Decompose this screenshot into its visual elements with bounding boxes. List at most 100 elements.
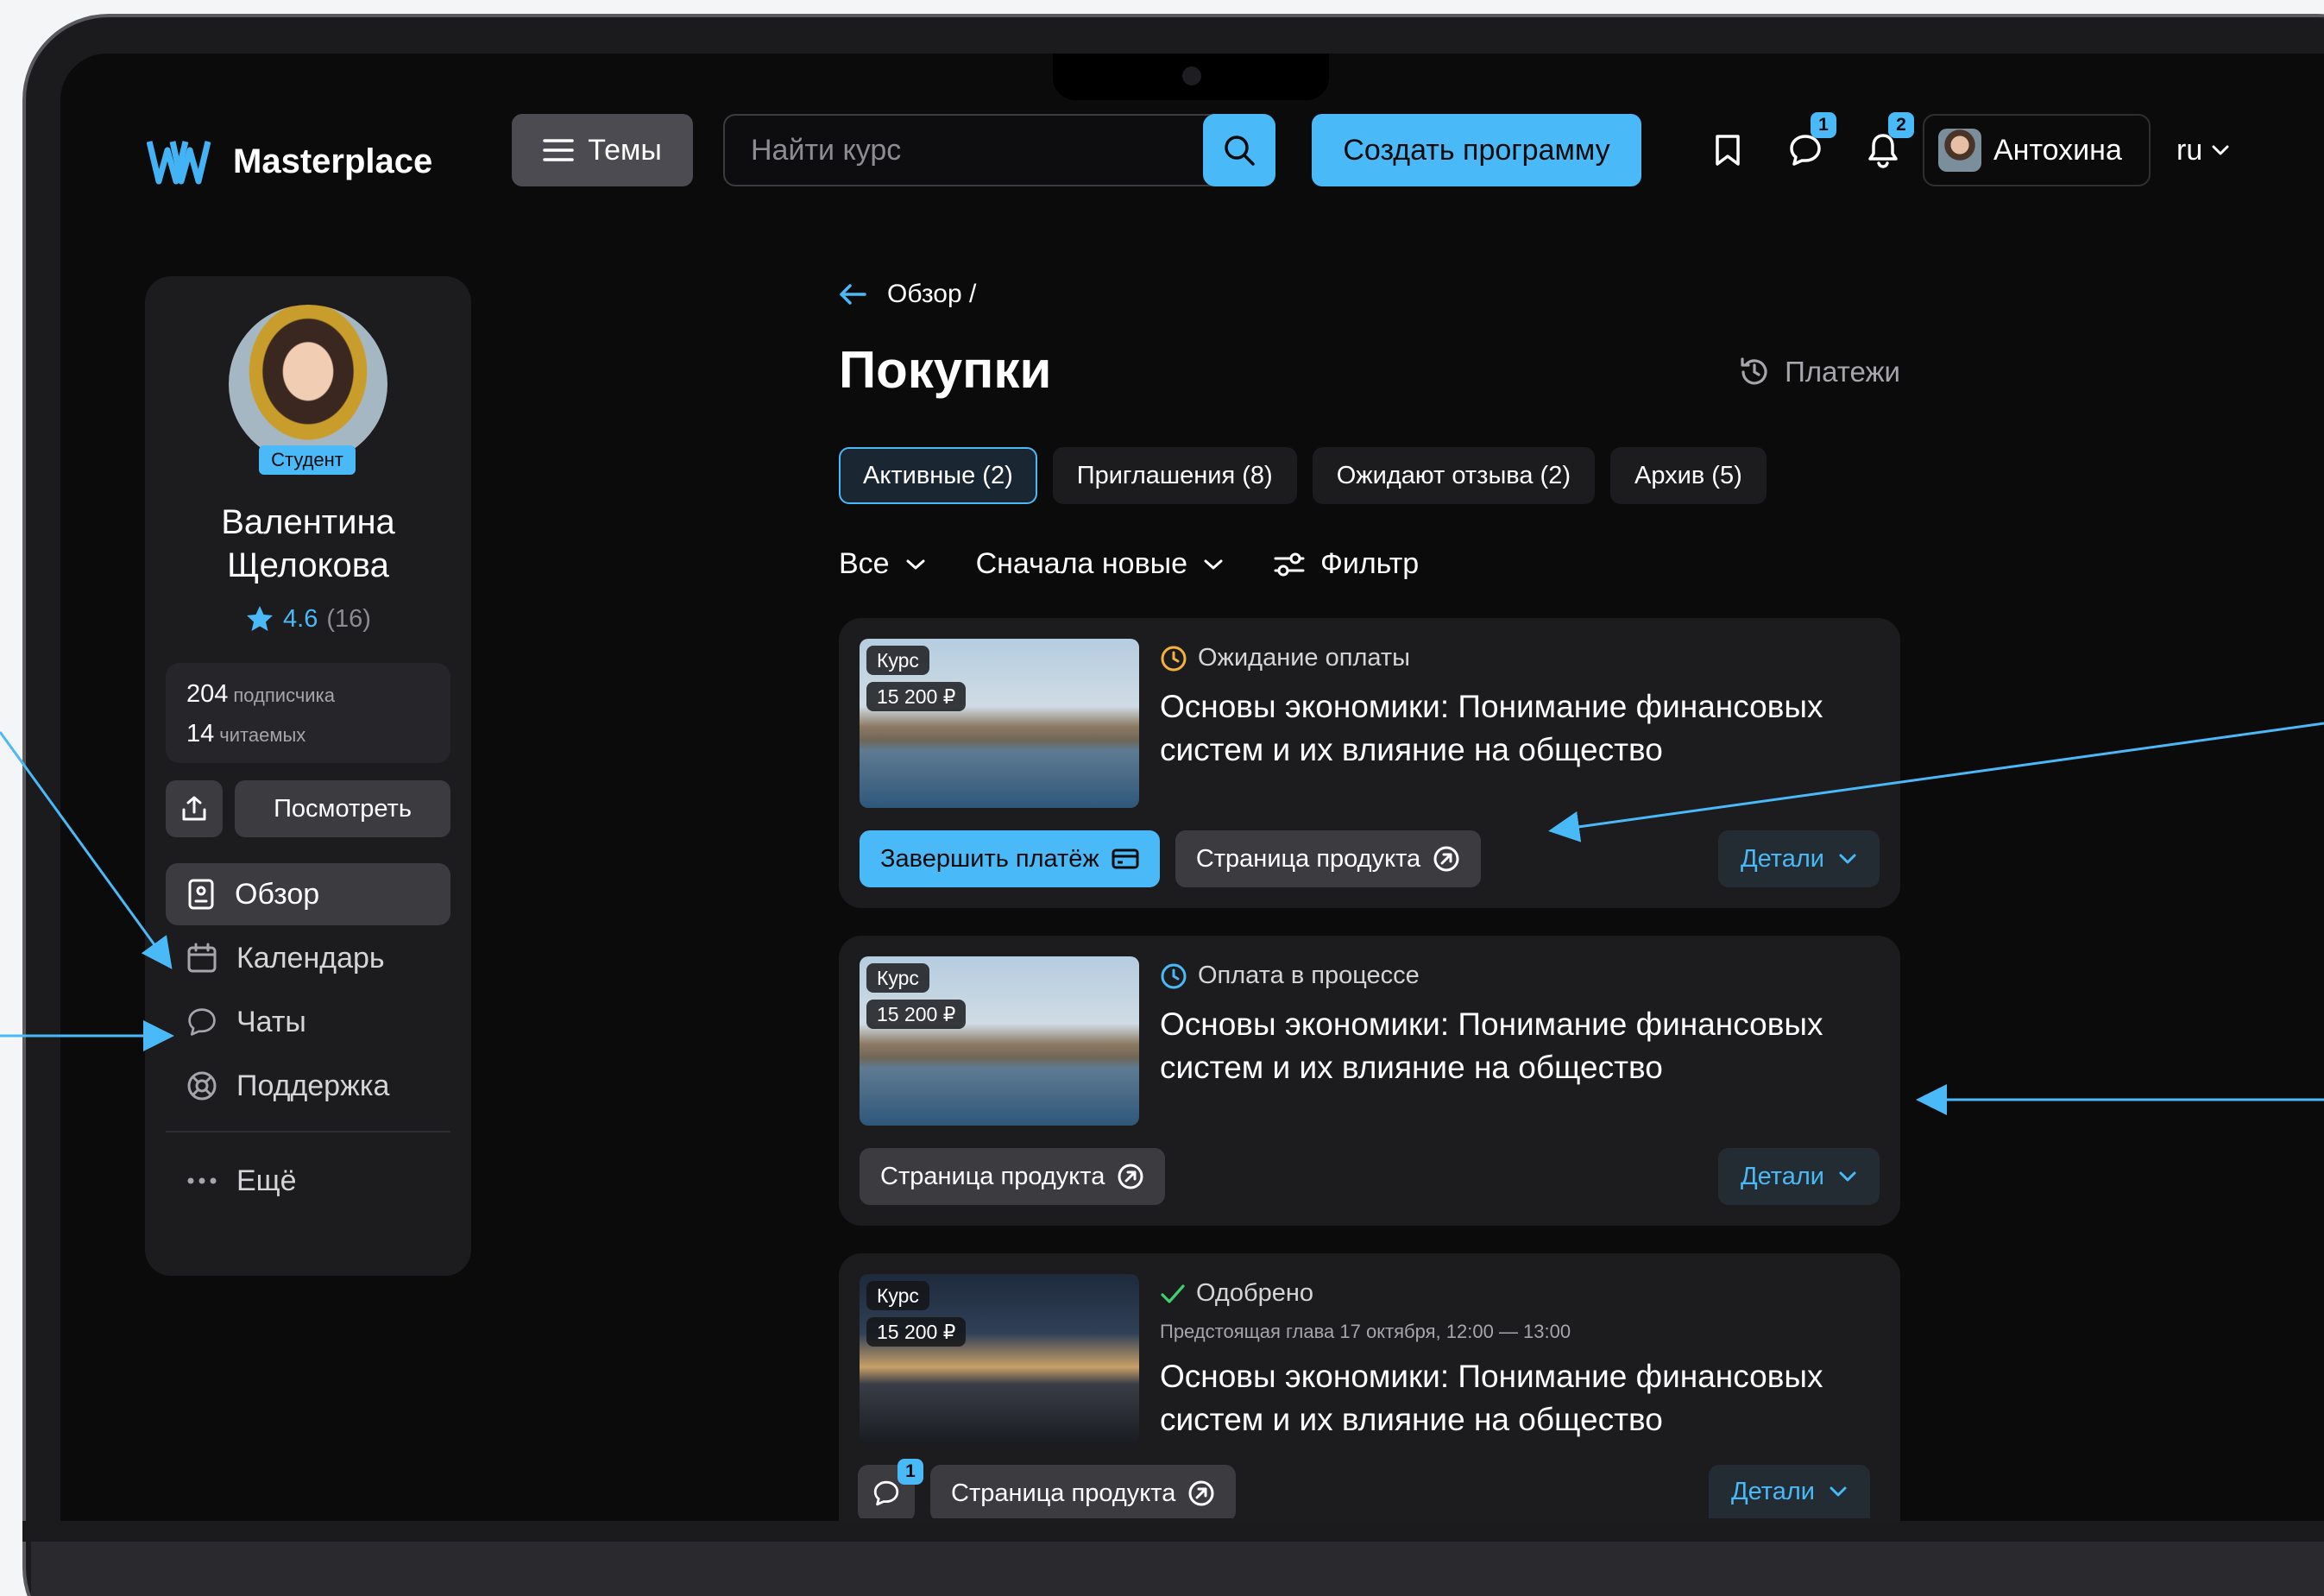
menu-icon	[543, 139, 574, 161]
status-text: Одобрено	[1196, 1279, 1313, 1307]
scope-value: Все	[839, 547, 890, 580]
logo[interactable]: Masterplace	[147, 114, 432, 209]
chevron-down-icon	[2212, 145, 2229, 155]
create-program-button[interactable]: Создать программу	[1312, 114, 1641, 186]
search-button[interactable]	[1203, 114, 1275, 186]
camera-icon	[1182, 66, 1201, 85]
laptop-lower-bezel	[22, 1521, 2324, 1542]
product-page-button[interactable]: Страница продукта	[860, 1148, 1166, 1205]
details-button[interactable]: Детали	[1709, 1465, 1871, 1518]
chevron-down-icon	[1839, 1171, 1856, 1182]
tab-awaiting-review[interactable]: Ожидают отзыва (2)	[1312, 447, 1595, 504]
user-name: Антохина	[1993, 133, 2122, 167]
back-arrow-icon[interactable]	[839, 283, 866, 306]
payments-link[interactable]: Платежи	[1738, 356, 1900, 388]
sort-value: Сначала новые	[975, 547, 1187, 580]
profile-sidebar: Студент Валентина Щелокова 4.6 (16) 204 п…	[145, 276, 471, 1276]
language-select[interactable]: ru	[2176, 114, 2230, 186]
details-button[interactable]: Детали	[1717, 1148, 1880, 1205]
breadcrumb-overview-link[interactable]: Обзор /	[887, 280, 976, 309]
view-profile-button[interactable]: Посмотреть	[235, 780, 450, 837]
user-menu-button[interactable]: Антохина	[1923, 114, 2151, 186]
profile-name: Валентина Щелокова	[145, 501, 471, 587]
chat-bubble-icon	[873, 1480, 899, 1506]
course-thumbnail[interactable]: Курс 15 200 ₽	[860, 1274, 1139, 1443]
course-price-chip: 15 200 ₽	[866, 1317, 967, 1347]
sidebar-item-more[interactable]: Ещё	[166, 1150, 450, 1212]
course-title[interactable]: Основы экономики: Понимание финансовых с…	[1160, 685, 1876, 772]
notifications-button[interactable]: 2	[1861, 112, 1914, 173]
search-input[interactable]	[751, 116, 1200, 185]
sort-dropdown[interactable]: Сначала новые	[976, 547, 1224, 581]
subscribers-count: 204	[186, 680, 229, 708]
sidebar-item-label: Календарь	[236, 941, 385, 975]
following-stat[interactable]: 14 читаемых	[186, 715, 450, 754]
sidebar-item-overview[interactable]: Обзор	[166, 863, 450, 925]
product-page-button[interactable]: Страница продукта	[1175, 830, 1482, 887]
subscribers-stat[interactable]: 204 подписчика	[186, 675, 450, 715]
sidebar-item-label: Чаты	[236, 1005, 306, 1038]
laptop-base	[31, 1542, 2324, 1596]
credit-card-icon	[1112, 848, 1139, 869]
rating-count: (16)	[326, 604, 371, 633]
following-label: читаемых	[219, 724, 306, 746]
purchase-card: Курс 15 200 ₽ Ожидание оплаты Основы эко…	[839, 618, 1900, 908]
chevron-down-icon	[906, 559, 925, 569]
card-actions: Завершить платёж Страница продукта	[860, 830, 1482, 887]
language-value: ru	[2176, 133, 2203, 167]
course-thumbnail[interactable]: Курс 15 200 ₽	[860, 639, 1139, 808]
filter-button[interactable]: Фильтр	[1274, 547, 1419, 581]
course-title[interactable]: Основы экономики: Понимание финансовых с…	[1160, 1355, 1876, 1441]
course-thumbnail[interactable]: Курс 15 200 ₽	[860, 956, 1139, 1126]
filter-bar: Все Сначала новые Фильтр	[839, 547, 1419, 581]
purchase-card: Курс 15 200 ₽ Оплата в процессе Основы э…	[839, 936, 1900, 1226]
details-button[interactable]: Детали	[1717, 830, 1880, 887]
page: Masterplace Темы Создать программу 1 2	[0, 0, 2324, 1596]
details-label: Детали	[1740, 1162, 1824, 1190]
sidebar-item-chats[interactable]: Чаты	[166, 991, 450, 1053]
user-avatar	[1938, 129, 1981, 172]
tab-invitations[interactable]: Приглашения (8)	[1052, 447, 1297, 504]
payments-label: Платежи	[1785, 356, 1900, 388]
filter-label: Фильтр	[1320, 547, 1420, 580]
chevron-down-icon	[1204, 559, 1223, 569]
following-count: 14	[186, 720, 215, 748]
sidebar-divider	[166, 1131, 450, 1132]
tab-active[interactable]: Активные (2)	[839, 447, 1037, 504]
tab-archive[interactable]: Архив (5)	[1610, 447, 1767, 504]
course-type-chip: Курс	[866, 1281, 929, 1310]
complete-payment-label: Завершить платёж	[880, 844, 1099, 873]
payment-status: Ожидание оплаты	[1160, 644, 1410, 672]
course-price-chip: 15 200 ₽	[866, 682, 967, 711]
clock-icon	[1161, 963, 1187, 988]
screen: Masterplace Темы Создать программу 1 2	[60, 54, 2324, 1521]
status-text: Ожидание оплаты	[1198, 644, 1410, 672]
complete-payment-button[interactable]: Завершить платёж	[860, 830, 1160, 887]
share-icon	[182, 796, 206, 821]
clock-icon	[1161, 646, 1187, 671]
checkmark-icon	[1161, 1284, 1185, 1303]
more-dots-icon	[187, 1177, 217, 1184]
share-button[interactable]	[166, 780, 223, 837]
course-price-chip: 15 200 ₽	[866, 1000, 967, 1029]
course-title[interactable]: Основы экономики: Понимание финансовых с…	[1160, 1003, 1876, 1089]
topics-button[interactable]: Темы	[512, 114, 693, 186]
sidebar-item-calendar[interactable]: Календарь	[166, 927, 450, 989]
bookmarks-button[interactable]	[1705, 128, 1750, 173]
history-icon	[1741, 357, 1767, 385]
filter-sliders-icon	[1274, 552, 1305, 576]
product-page-button[interactable]: Страница продукта	[930, 1465, 1237, 1518]
rating-value: 4.6	[283, 604, 318, 633]
scope-dropdown[interactable]: Все	[839, 547, 926, 581]
sidebar-nav: Обзор Календарь Чаты Поддержка Ещё	[166, 863, 450, 1214]
messages-button[interactable]: 1	[1783, 112, 1836, 173]
sidebar-item-support[interactable]: Поддержка	[166, 1055, 450, 1117]
chevron-down-icon	[1830, 1486, 1847, 1497]
course-type-chip: Курс	[866, 963, 929, 993]
chevron-down-icon	[1839, 854, 1856, 864]
app-name: Masterplace	[233, 142, 433, 180]
logo-icon	[147, 141, 211, 185]
sidebar-item-label: Ещё	[236, 1164, 297, 1197]
external-link-circle-icon	[1118, 1164, 1143, 1189]
details-label: Детали	[1740, 844, 1824, 873]
